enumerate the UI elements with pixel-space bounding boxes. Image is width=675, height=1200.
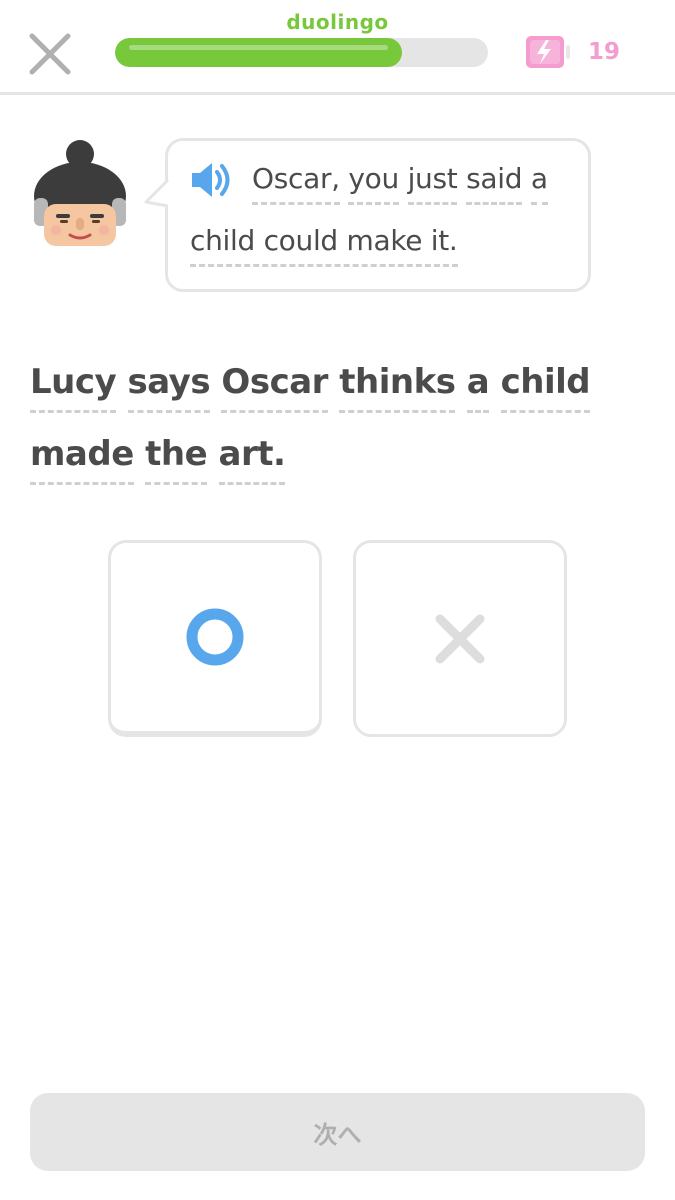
statement-word[interactable]: says: [127, 362, 211, 413]
progress-highlight: [129, 45, 389, 50]
prompt-word[interactable]: just: [407, 162, 458, 205]
prompt-word[interactable]: Oscar,: [252, 162, 340, 205]
close-icon: [29, 33, 71, 75]
prompt-word[interactable]: you: [348, 162, 399, 205]
statement-word[interactable]: Oscar: [221, 362, 328, 413]
false-choice-button[interactable]: [353, 540, 567, 737]
statement-word[interactable]: made: [30, 434, 134, 485]
statement-word[interactable]: Lucy: [30, 362, 117, 413]
statement-word[interactable]: the: [145, 434, 208, 485]
energy-count: 19: [588, 39, 621, 65]
statement-word[interactable]: child: [500, 362, 591, 413]
lesson-screen: duolingo 19 Oscar, you just said a child…: [0, 0, 675, 1200]
prompt-word[interactable]: said: [466, 162, 523, 205]
statement-word[interactable]: thinks: [339, 362, 456, 413]
statement-line-2: made the art.: [30, 434, 286, 485]
statement-word[interactable]: a: [466, 362, 490, 413]
lesson-progress-bar: [115, 38, 488, 67]
circle-icon: [186, 608, 244, 666]
prompt-phrase[interactable]: child could make it.: [190, 224, 458, 267]
statement-line-1: Lucy says Oscar thinks a child: [30, 362, 591, 413]
header-divider: [0, 92, 675, 95]
close-button[interactable]: [26, 30, 74, 78]
prompt-line-2: child could make it.: [190, 224, 458, 267]
statement-word[interactable]: art.: [218, 434, 286, 485]
prompt-line-1: Oscar, you just said a: [252, 162, 548, 205]
next-button[interactable]: 次へ: [30, 1093, 645, 1171]
progress-fill: [115, 38, 403, 67]
prompt-word[interactable]: a: [530, 162, 548, 205]
app-brand-label: duolingo: [286, 10, 389, 34]
character-avatar-icon: [34, 140, 126, 246]
cross-icon: [435, 614, 485, 663]
energy-counter[interactable]: 19: [524, 34, 620, 70]
speaker-icon[interactable]: [190, 160, 234, 200]
speech-bubble-tail: [144, 178, 169, 208]
energy-battery-icon: [526, 36, 570, 68]
true-choice-button[interactable]: [108, 540, 322, 737]
